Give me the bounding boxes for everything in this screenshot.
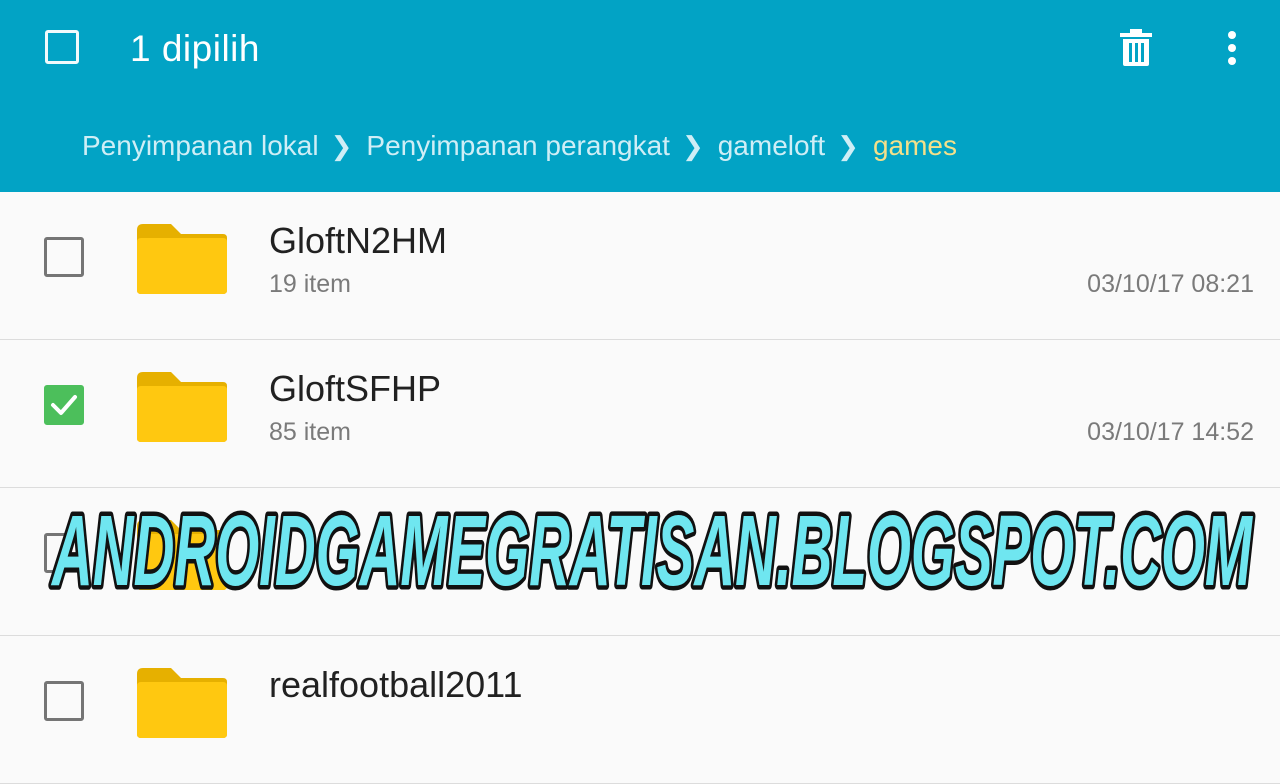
- file-name: realfootball2011: [269, 664, 523, 705]
- folder-icon: [137, 224, 227, 294]
- file-name: GloftSFHP: [269, 368, 442, 409]
- item-checkbox[interactable]: [44, 237, 84, 277]
- selection-count-title: 1 dipilih: [130, 28, 260, 69]
- list-item[interactable]: realfootball2011: [0, 636, 1280, 784]
- chevron-right-icon: ❯: [837, 130, 859, 161]
- folder-icon: [137, 668, 227, 738]
- breadcrumb-item-gameloft[interactable]: gameloft: [718, 130, 825, 162]
- blog-watermark: ANDROIDGAMEGRATISAN.BLOGSPOT.COM: [46, 491, 1258, 611]
- item-count: 85 item: [269, 418, 351, 446]
- chevron-right-icon: ❯: [330, 130, 353, 161]
- action-bar: 1 dipilih Penyimpanan lokal ❯ Penyimpana…: [0, 0, 1280, 192]
- modified-date: 03/10/17 14:52: [1087, 418, 1254, 446]
- list-item[interactable]: GloftN2HM 19 item 03/10/17 08:21: [0, 192, 1280, 340]
- item-count: 19 item: [269, 270, 351, 298]
- more-vert-icon[interactable]: [1216, 28, 1248, 68]
- breadcrumb-item-local-storage[interactable]: Penyimpanan lokal: [82, 130, 319, 162]
- breadcrumb: Penyimpanan lokal ❯ Penyimpanan perangka…: [82, 126, 957, 166]
- item-checkbox-checked[interactable]: [44, 385, 84, 425]
- modified-date: 03/10/17 08:21: [1087, 270, 1254, 298]
- breadcrumb-item-games[interactable]: games: [873, 130, 957, 162]
- file-name: GloftN2HM: [269, 220, 448, 261]
- watermark-text: ANDROIDGAMEGRATISAN.BLOGSPOT.COM: [50, 495, 1253, 607]
- trash-icon[interactable]: [1118, 28, 1154, 68]
- list-item[interactable]: GloftSFHP 85 item 03/10/17 14:52: [0, 340, 1280, 488]
- folder-icon: [137, 372, 227, 442]
- select-all-checkbox[interactable]: [45, 30, 79, 64]
- breadcrumb-item-device-storage[interactable]: Penyimpanan perangkat: [366, 130, 670, 162]
- checkmark-icon: [51, 395, 77, 415]
- item-checkbox[interactable]: [44, 681, 84, 721]
- chevron-right-icon: ❯: [681, 130, 704, 161]
- file-list: GloftN2HM 19 item 03/10/17 08:21 GloftSF…: [0, 192, 1280, 784]
